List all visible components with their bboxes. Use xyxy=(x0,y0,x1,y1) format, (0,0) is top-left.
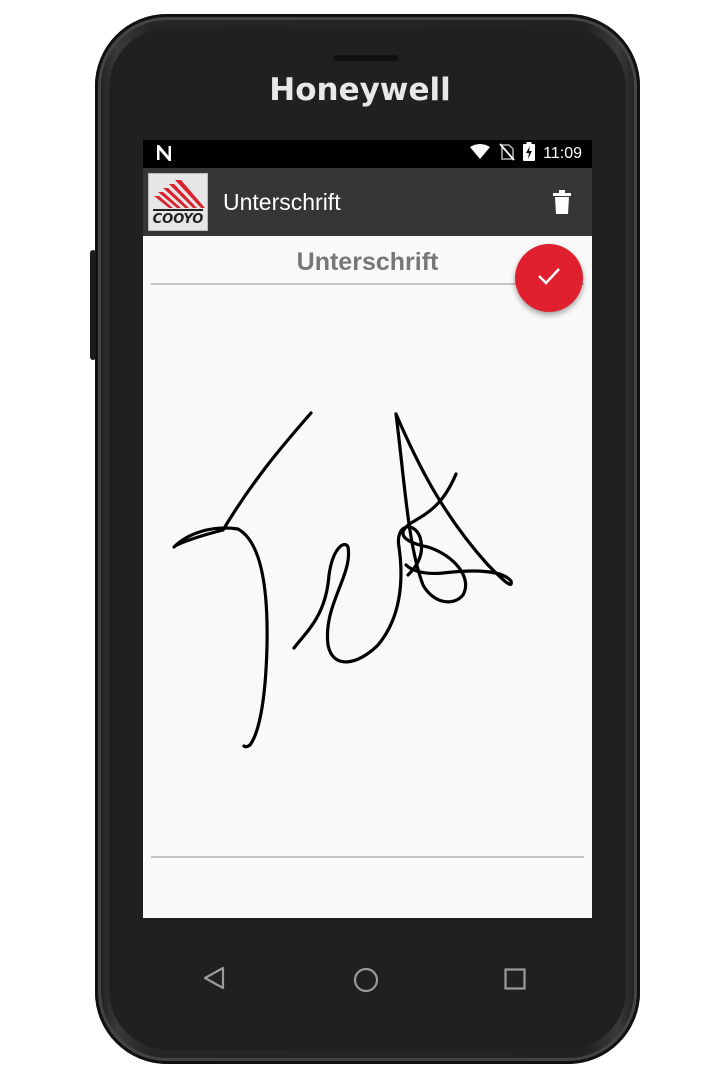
status-time: 11:09 xyxy=(543,145,582,162)
no-sim-icon xyxy=(499,142,515,166)
signature-bottom-divider xyxy=(151,856,584,858)
signature-pad[interactable] xyxy=(143,285,592,856)
home-icon[interactable] xyxy=(353,967,379,998)
screen: 11:09 COOYO Unterschrift Unterschrift xyxy=(143,140,592,918)
trash-icon[interactable] xyxy=(552,190,572,214)
coo-logo: COOYO xyxy=(148,173,208,231)
side-button xyxy=(90,250,96,360)
app-bar: COOYO Unterschrift xyxy=(143,168,592,236)
recents-icon[interactable] xyxy=(504,968,526,995)
n-icon xyxy=(156,141,172,166)
device-brand: Honeywell xyxy=(269,72,451,108)
confirm-button[interactable] xyxy=(515,244,583,312)
check-icon xyxy=(537,267,561,290)
app-bar-title: Unterschrift xyxy=(223,189,341,215)
signature-stroke xyxy=(172,411,313,749)
back-icon[interactable] xyxy=(203,966,225,995)
battery-charging-icon xyxy=(523,142,536,166)
signature-stroke xyxy=(394,412,513,587)
svg-text:COOYO: COOYO xyxy=(153,212,204,227)
wifi-icon xyxy=(469,143,491,165)
speaker-grille xyxy=(333,55,399,61)
signature-stroke xyxy=(292,525,424,664)
status-bar: 11:09 xyxy=(143,140,592,168)
